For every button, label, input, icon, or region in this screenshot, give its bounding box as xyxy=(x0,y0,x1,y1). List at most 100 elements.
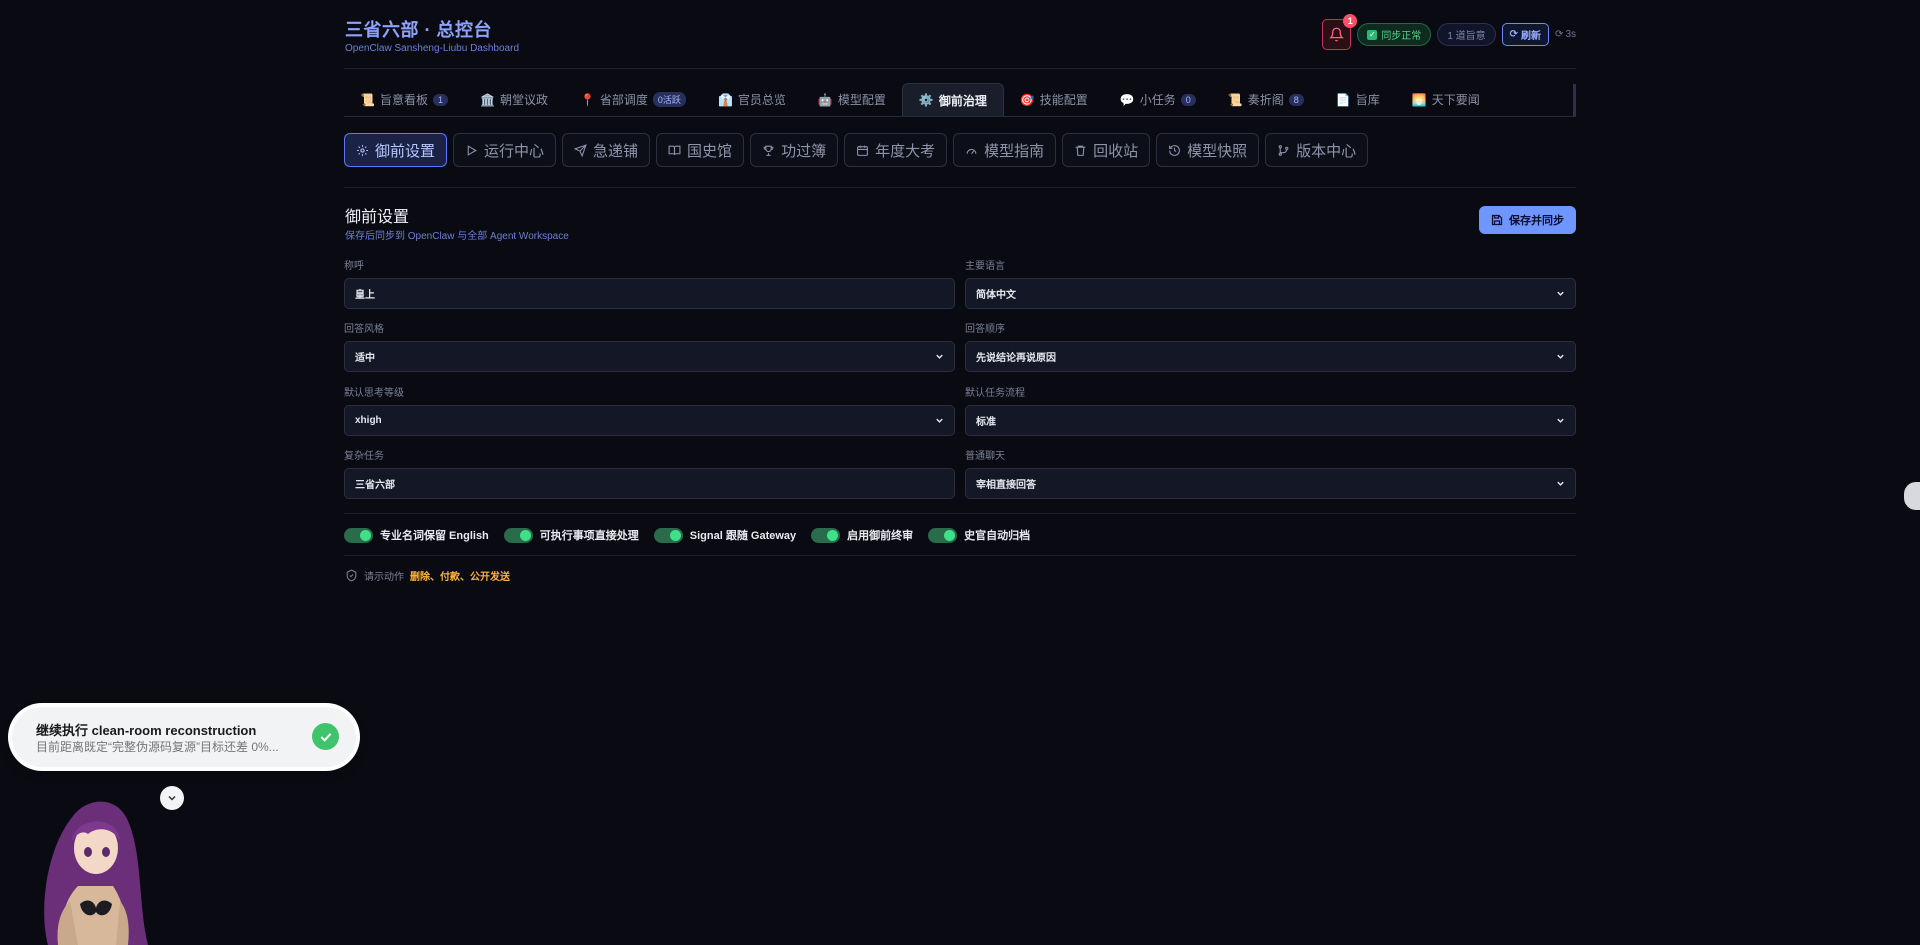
tab-model-config[interactable]: 🤖 模型配置 xyxy=(802,83,902,116)
tab-skills[interactable]: 🎯 技能配置 xyxy=(1004,83,1104,116)
collapse-button[interactable] xyxy=(160,786,184,810)
tabs-scrollbar[interactable] xyxy=(1573,84,1576,116)
git-branch-icon xyxy=(1278,144,1289,156)
toggle-switch[interactable] xyxy=(811,527,841,543)
toggle-auto-archive[interactable]: 史官自动归档 xyxy=(928,527,1030,543)
robot-icon: 🤖 xyxy=(817,92,833,107)
toggle-switch[interactable] xyxy=(653,527,683,543)
toast-body: 目前距离既定“完整伪源码复源”目标还差 0%... xyxy=(36,740,279,754)
answer-order-select[interactable]: 先说结论再说原因 xyxy=(965,341,1576,372)
book-icon xyxy=(668,145,681,155)
subnav-annual-exam[interactable]: 年度大考 xyxy=(844,133,948,167)
field-answer-style: 回答风格 适中 xyxy=(344,320,955,372)
tab-badge: 0活跃 xyxy=(652,92,686,107)
toggle-label: 可执行事项直接处理 xyxy=(539,530,639,542)
mascot-avatar[interactable] xyxy=(28,786,158,945)
chevron-down-icon xyxy=(1557,481,1564,486)
tab-court-discussion[interactable]: 🏛️ 朝堂议政 xyxy=(464,83,564,116)
answer-style-select[interactable]: 适中 xyxy=(344,341,955,372)
thinking-level-select[interactable]: xhigh xyxy=(344,405,955,436)
scroll-icon: 📜 xyxy=(360,92,375,107)
tab-governance[interactable]: ⚙️ 御前治理 xyxy=(901,83,1004,116)
chevron-down-icon xyxy=(1557,291,1564,296)
refresh-button[interactable]: ⟳ 刷新 xyxy=(1501,23,1550,46)
check-icon: ✓ xyxy=(1367,29,1378,40)
main-container: 三省六部 · 总控台 OpenClaw Sansheng-Liubu Dashb… xyxy=(344,0,1576,583)
toggle-signal-gateway[interactable]: Signal 跟随 Gateway xyxy=(653,527,797,543)
field-value: 皇上 xyxy=(355,290,375,301)
subnav-version-center[interactable]: 版本中心 xyxy=(1265,133,1369,167)
subnav-label: 功过簿 xyxy=(781,142,827,160)
assistant-toast[interactable]: 继续执行 clean-room reconstruction 目前距离既定“完整… xyxy=(12,707,356,767)
field-label: 主要语言 xyxy=(965,261,1005,272)
normal-chat-select[interactable]: 宰相直接回答 xyxy=(965,468,1576,499)
side-widget-handle[interactable] xyxy=(1904,482,1920,510)
field-thinking-level: 默认思考等级 xhigh xyxy=(344,384,955,436)
tab-memorials[interactable]: 📜 奏折阁 8 xyxy=(1212,83,1320,116)
subnav-run-center[interactable]: 运行中心 xyxy=(453,133,557,167)
field-label: 默认思考等级 xyxy=(344,388,404,399)
tab-badge: 0 xyxy=(1180,93,1196,106)
send-icon xyxy=(574,143,587,157)
sunrise-icon: 🌅 xyxy=(1411,92,1427,107)
subnav-model-snapshot[interactable]: 模型快照 xyxy=(1156,133,1260,167)
field-label: 称呼 xyxy=(344,261,364,272)
tab-officials[interactable]: 👔 官员总览 xyxy=(702,83,802,116)
tab-decree-board[interactable]: 📜 旨意看板 1 xyxy=(344,83,464,116)
field-complex-task: 复杂任务 三省六部 xyxy=(344,447,955,499)
gear-icon: ⚙️ xyxy=(918,93,934,107)
trash-icon xyxy=(1075,145,1086,156)
field-label: 回答风格 xyxy=(344,324,384,335)
subnav-recycle-bin[interactable]: 回收站 xyxy=(1062,133,1151,167)
toggle-switch[interactable] xyxy=(344,527,373,543)
subnav-settings[interactable]: 御前设置 xyxy=(344,133,448,167)
language-select[interactable]: 简体中文 xyxy=(965,278,1576,309)
tab-label: 官员总览 xyxy=(737,93,786,107)
refresh-icon: ⟳ xyxy=(1509,29,1519,40)
sync-status-badge: ✓ 同步正常 xyxy=(1357,23,1432,46)
tab-small-tasks[interactable]: 💬 小任务 0 xyxy=(1104,83,1212,116)
governance-subnav: 御前设置 运行中心 急递铺 国史馆 功过簿 年度大考 模型指南 回收站 模型快照… xyxy=(344,133,1369,167)
subnav-label: 模型指南 xyxy=(984,142,1045,160)
subnav-merits[interactable]: 功过簿 xyxy=(750,133,839,167)
complex-task-input[interactable]: 三省六部 xyxy=(344,468,955,499)
field-address: 称呼 皇上 xyxy=(344,257,955,309)
subnav-history[interactable]: 国史馆 xyxy=(656,133,745,167)
field-label: 回答顺序 xyxy=(965,324,1005,335)
main-tabs: 📜 旨意看板 1 🏛️ 朝堂议政 📍 省部调度 0活跃 👔 官员总览 🤖 模型配置 ⚙️ 御前治… xyxy=(344,83,1576,117)
divider xyxy=(344,187,1576,188)
chevron-down-icon xyxy=(1557,418,1564,423)
tab-news[interactable]: 🌅 天下要闻 xyxy=(1396,83,1496,116)
shield-check-icon xyxy=(346,569,357,582)
field-language: 主要语言 简体中文 xyxy=(965,257,1576,309)
divider xyxy=(344,555,1576,556)
field-value: 适中 xyxy=(355,353,375,364)
toggle-keep-english[interactable]: 专业名词保留 English xyxy=(344,527,489,543)
task-flow-select[interactable]: 标准 xyxy=(965,405,1576,436)
address-input[interactable]: 皇上 xyxy=(344,278,955,309)
tab-badge: 1 xyxy=(432,93,448,106)
subnav-model-guide[interactable]: 模型指南 xyxy=(953,133,1057,167)
toggle-direct-execute[interactable]: 可执行事项直接处理 xyxy=(503,527,639,543)
tab-decree-library[interactable]: 📄 旨库 xyxy=(1320,83,1396,116)
subnav-label: 急递铺 xyxy=(593,142,639,160)
tab-dispatch[interactable]: 📍 省部调度 0活跃 xyxy=(564,83,702,116)
subnav-label: 国史馆 xyxy=(687,142,733,160)
toggle-label: Signal 跟随 Gateway xyxy=(689,530,797,542)
divider xyxy=(344,513,1576,514)
subnav-courier[interactable]: 急递铺 xyxy=(562,133,651,167)
toggle-switch[interactable] xyxy=(503,527,533,543)
toggle-final-review[interactable]: 启用御前终审 xyxy=(811,527,913,543)
sync-status-text: 同步正常 xyxy=(1381,31,1422,42)
target-icon: 🎯 xyxy=(1019,92,1035,107)
scroll-icon: 📜 xyxy=(1227,92,1243,107)
toggle-switch[interactable] xyxy=(928,527,958,543)
bell-icon xyxy=(1329,27,1345,42)
subnav-label: 御前设置 xyxy=(375,142,436,160)
chat-icon: 💬 xyxy=(1119,92,1135,107)
subnav-label: 运行中心 xyxy=(484,142,545,160)
notification-button[interactable]: 1 xyxy=(1322,14,1358,50)
field-label: 复杂任务 xyxy=(344,451,384,462)
save-sync-button[interactable]: 保存并同步 xyxy=(1479,206,1576,234)
gear-icon xyxy=(357,144,368,156)
